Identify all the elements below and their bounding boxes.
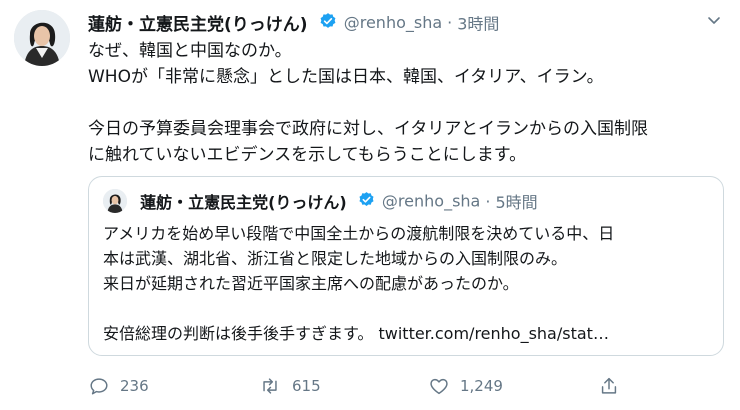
reply-icon [90,378,108,395]
quoted-tweet-text: アメリカを始め早い段階で中国全土からの渡航制限を決めている中、日 本は武漢、湖北… [103,221,713,346]
quoted-timestamp: 5時間 [495,193,538,212]
tweet-header: 蓮舫・立憲民主党(りっけん) @renho_sha · 3時間 [88,10,720,35]
tweet-text-line: なぜ、韓国と中国なのか。 [88,41,292,61]
quoted-tweet[interactable]: 蓮舫・立憲民主党(りっけん) @renho_sha · 5時間 アメリカを始め早い段… [88,176,724,356]
tweet-timestamp[interactable]: 3時間 [457,15,499,34]
tweet-text-line: に触れていないエビデンスを示してもらうことにします。 [88,145,527,165]
quoted-text-line: 来日が延期された習近平国家主席への配慮があったのか。 [103,274,519,293]
separator-dot: · [485,191,491,211]
quoted-author-name: 蓮舫・立憲民主党(りっけん) [140,193,347,212]
quoted-author-handle: @renho_sha [381,191,481,211]
retweet-icon [263,378,277,394]
share-icon [601,377,617,394]
quoted-text-line: アメリカを始め早い段階で中国全土からの渡航制限を決めている中、日 [103,224,615,243]
quoted-avatar-image [103,189,127,213]
share-button[interactable] [598,372,620,400]
author-handle[interactable]: @renho_sha [344,13,442,32]
verified-badge-icon [358,191,375,212]
like-count: 1,249 [460,377,503,395]
retweet-button[interactable]: 615 [258,372,321,400]
verified-badge-icon [319,12,337,34]
reply-count: 236 [120,377,149,395]
avatar-image [14,10,70,66]
tweet-text: なぜ、韓国と中国なのか。 WHOが「非常に懸念」とした国は日本、韓国、イタリア、… [88,38,728,168]
author-name[interactable]: 蓮舫・立憲民主党(りっけん) [88,15,308,35]
like-button[interactable]: 1,249 [428,372,503,400]
tweet-text-line: 今日の予算委員会理事会で政府に対し、イタリアとイランからの入国制限 [88,119,648,139]
separator-dot: · [447,13,453,32]
quoted-avatar [103,189,127,213]
chevron-down-icon[interactable] [706,12,722,32]
reply-button[interactable]: 236 [88,372,149,400]
avatar[interactable] [14,10,70,66]
quoted-text-line: 安倍総理の判断は後手後手すぎます。 twitter.com/renho_sha/… [103,324,609,343]
heart-icon [430,378,448,395]
tweet-text-line: WHOが「非常に懸念」とした国は日本、韓国、イタリア、イラン。 [88,67,604,87]
retweet-count: 615 [292,377,321,395]
quoted-text-line: 本は武漢、湖北省、浙江省と限定した地域からの入国制限のみ。 [103,249,568,268]
quoted-tweet-header: 蓮舫・立憲民主党(りっけん) @renho_sha · 5時間 [103,189,538,215]
action-bar: 236 615 1,249 [88,372,728,400]
